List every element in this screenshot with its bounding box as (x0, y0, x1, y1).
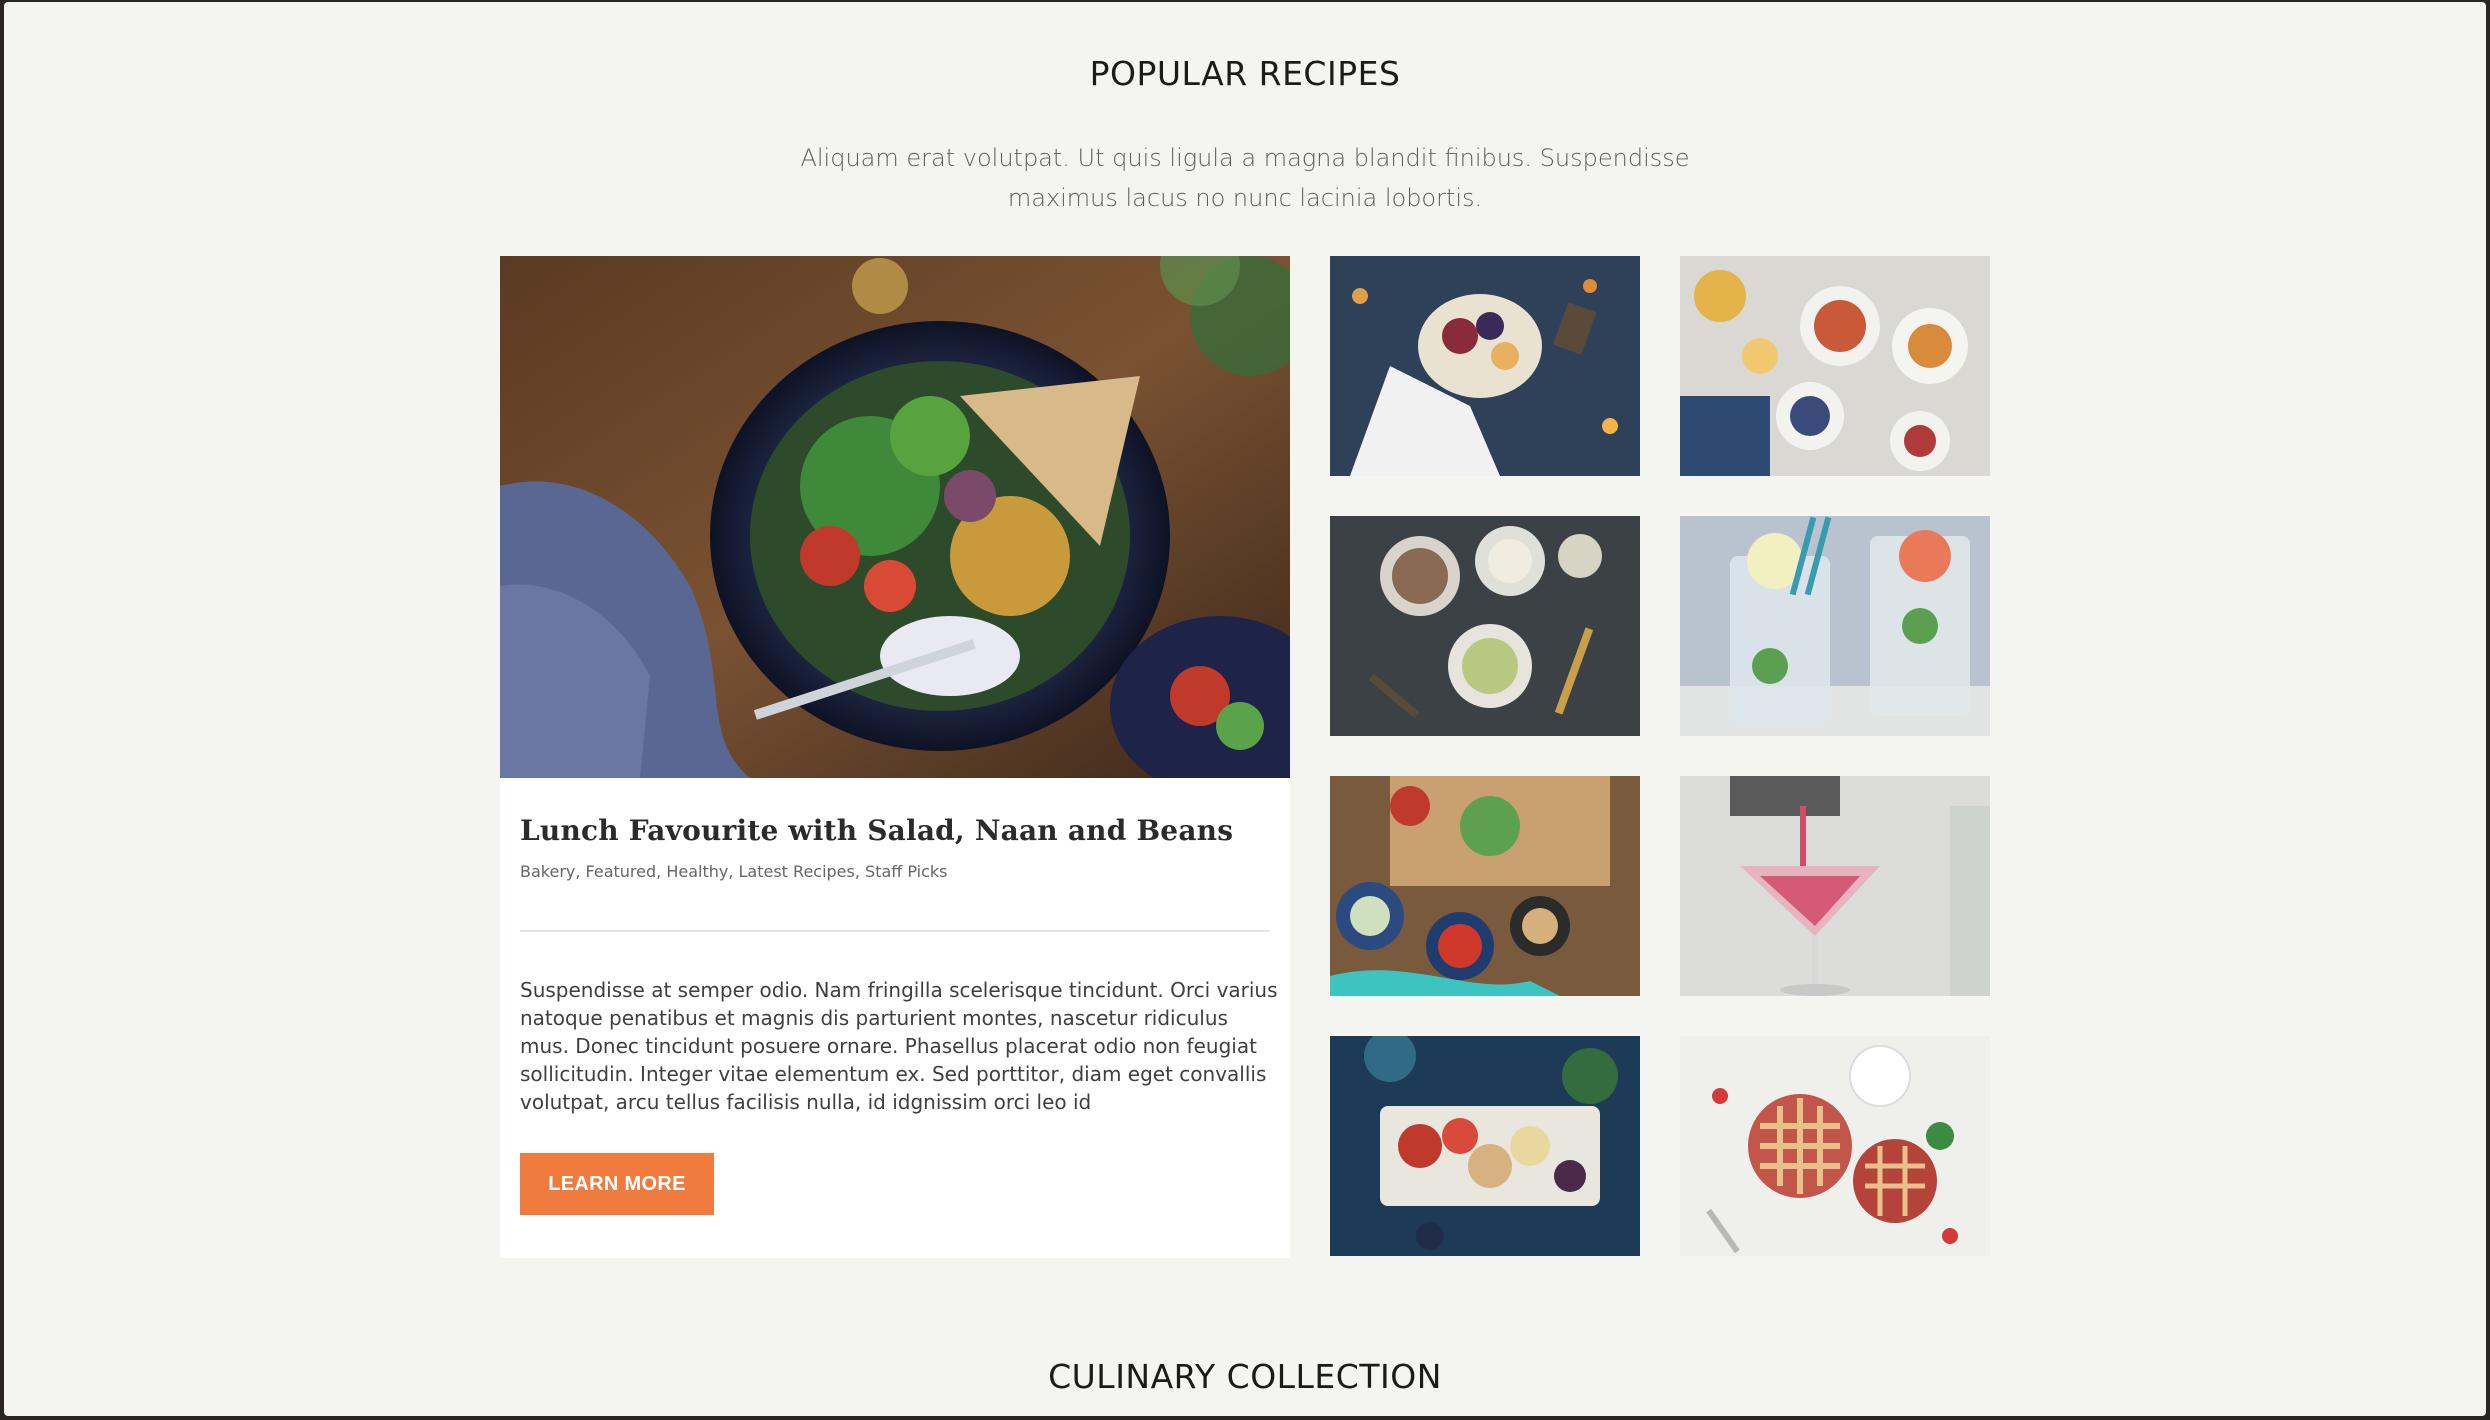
recipe-thumbnail-berry-pie[interactable] (1680, 1036, 1990, 1256)
featured-recipe-excerpt: Suspendisse at semper odio. Nam fringill… (520, 978, 1278, 1114)
recipe-thumbnail-grazing-board[interactable] (1330, 1036, 1640, 1256)
recipe-thumbnail-chopping-vegetables[interactable] (1330, 776, 1640, 996)
featured-recipe-categories[interactable]: Bakery, Featured, Healthy, Latest Recipe… (520, 862, 948, 881)
divider (520, 930, 1270, 932)
featured-recipe-title[interactable]: Lunch Favourite with Salad, Naan and Bea… (520, 814, 1233, 847)
section-title: POPULAR RECIPES (1089, 54, 1401, 93)
recipe-thumbnail-breakfast-spread[interactable] (1680, 256, 1990, 476)
featured-recipe-card: Lunch Favourite with Salad, Naan and Bea… (500, 256, 1290, 1258)
recipe-thumbnail-ice-cream[interactable] (1330, 516, 1640, 736)
learn-more-button[interactable]: LEARN MORE (520, 1153, 714, 1215)
recipe-thumbnail-fruit-bowl[interactable] (1330, 256, 1640, 476)
recipe-thumbnail-infused-water[interactable] (1680, 516, 1990, 736)
page-frame: POPULAR RECIPES Aliquam erat volutpat. U… (4, 2, 2486, 1416)
featured-recipe-image[interactable] (500, 256, 1290, 778)
section-intro: Aliquam erat volutpat. Ut quis ligula a … (800, 144, 1690, 212)
recipe-thumbnail-cocktail[interactable] (1680, 776, 1990, 996)
next-section-title: CULINARY COLLECTION (1048, 1357, 1442, 1396)
